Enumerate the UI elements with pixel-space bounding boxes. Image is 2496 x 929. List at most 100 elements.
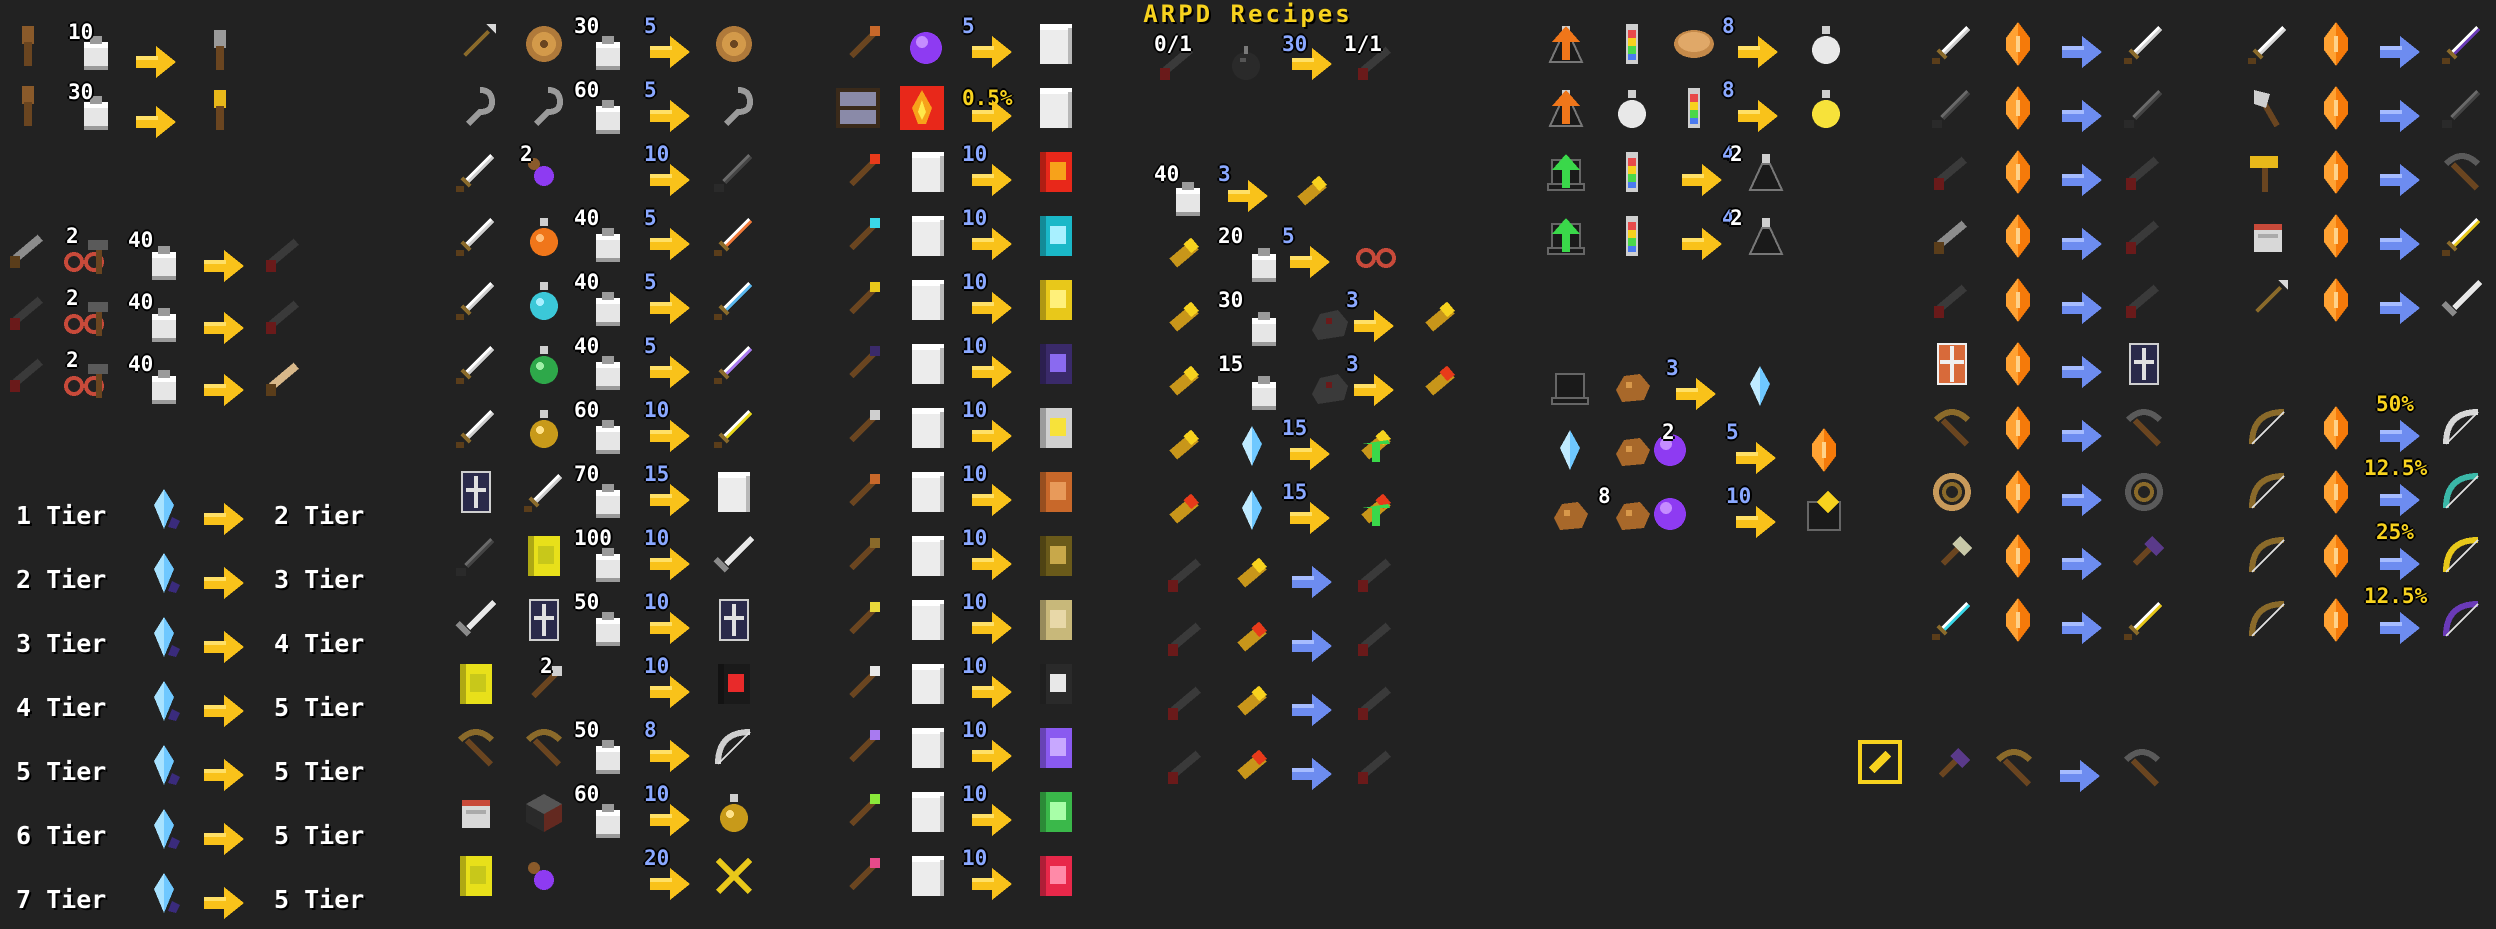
selected-slot-icon[interactable] xyxy=(1856,738,1920,802)
dark-cube-icon[interactable] xyxy=(520,788,568,836)
magic-wand-icon[interactable] xyxy=(838,340,886,388)
magic-wand-icon[interactable] xyxy=(838,212,886,260)
loaded-gun-icon[interactable] xyxy=(1352,614,1400,662)
blue-crystal-icon[interactable] xyxy=(140,741,188,801)
dark-gun-icon[interactable] xyxy=(260,292,308,340)
orange-gem-icon[interactable] xyxy=(2312,212,2360,260)
gun-icon[interactable] xyxy=(1162,678,1210,726)
orange-gem-icon[interactable] xyxy=(2312,532,2360,580)
crafted-result-icon[interactable] xyxy=(710,852,758,900)
weapon-icon[interactable] xyxy=(1928,532,1976,580)
blank-paper-icon[interactable] xyxy=(904,660,952,708)
crafted-result-icon[interactable] xyxy=(710,596,758,644)
gun-icon[interactable] xyxy=(4,288,52,336)
upgraded-bow-icon[interactable] xyxy=(2438,404,2486,452)
big-sword-icon[interactable] xyxy=(452,596,500,644)
blue-crystal-icon[interactable] xyxy=(140,549,188,609)
magic-wand-icon[interactable] xyxy=(838,276,886,324)
hook-icon[interactable] xyxy=(520,84,568,132)
weapon-icon[interactable] xyxy=(1928,340,1976,388)
orange-gem-icon[interactable] xyxy=(2312,84,2360,132)
upgraded-bow-icon[interactable] xyxy=(2438,532,2486,580)
orange-gem-icon[interactable] xyxy=(1994,84,2042,132)
weapon-icon[interactable] xyxy=(1928,404,1976,452)
blue-crystal-icon[interactable] xyxy=(140,677,188,737)
ingredient-icon[interactable] xyxy=(1546,362,1594,410)
spell-book-icon[interactable] xyxy=(1032,276,1080,324)
ingredient-icon[interactable] xyxy=(1608,20,1656,68)
crafted-result-icon[interactable] xyxy=(710,340,758,388)
sword-icon[interactable] xyxy=(452,148,500,196)
pickaxe-icon[interactable] xyxy=(452,724,500,772)
gold-orb-icon[interactable] xyxy=(520,852,568,900)
crafted-result-icon[interactable] xyxy=(710,468,758,516)
dark-sword-icon[interactable] xyxy=(452,532,500,580)
potion-base-icon[interactable] xyxy=(1542,84,1590,132)
upgraded-weapon-icon[interactable] xyxy=(2120,340,2168,388)
spear-icon[interactable] xyxy=(452,20,500,68)
blue-potion-icon[interactable] xyxy=(520,276,568,324)
bullet-icon[interactable] xyxy=(1228,550,1276,598)
potion-result-icon[interactable] xyxy=(1802,20,1850,68)
purple-shovel-icon[interactable] xyxy=(1926,744,1974,792)
ingredient-icon[interactable] xyxy=(1546,426,1594,474)
orange-gem-icon[interactable] xyxy=(1994,468,2042,516)
pickaxe-icon[interactable] xyxy=(520,724,568,772)
bullet-icon[interactable] xyxy=(1160,486,1208,534)
weapon-icon[interactable] xyxy=(2244,20,2292,68)
blank-paper-icon[interactable] xyxy=(904,724,952,772)
spell-book-icon[interactable] xyxy=(1032,340,1080,388)
potion-result-icon[interactable] xyxy=(1802,84,1850,132)
upgraded-weapon-icon[interactable] xyxy=(2438,84,2486,132)
ingredient-icon[interactable] xyxy=(1670,84,1718,132)
spell-book-icon[interactable] xyxy=(1032,852,1080,900)
potion-base-icon[interactable] xyxy=(1542,20,1590,68)
spell-book-icon[interactable] xyxy=(1032,212,1080,260)
sword-icon[interactable] xyxy=(520,468,568,516)
upgraded-weapon-icon[interactable] xyxy=(2120,20,2168,68)
heavy-bullet-icon[interactable] xyxy=(1416,294,1464,342)
orange-gem-icon[interactable] xyxy=(1994,404,2042,452)
spell-book-icon[interactable] xyxy=(1032,404,1080,452)
weapon-icon[interactable] xyxy=(2244,212,2292,260)
weapon-icon[interactable] xyxy=(1928,84,1976,132)
crafted-result-icon[interactable] xyxy=(710,788,758,836)
wooden-club-icon[interactable] xyxy=(4,22,52,70)
spell-book-icon[interactable] xyxy=(1032,788,1080,836)
sword-icon[interactable] xyxy=(452,276,500,324)
weapon-icon[interactable] xyxy=(1928,148,1976,196)
upgraded-weapon-icon[interactable] xyxy=(2120,148,2168,196)
bullet-icon[interactable] xyxy=(1160,358,1208,406)
magic-wand-icon[interactable] xyxy=(838,852,886,900)
upgraded-weapon-icon[interactable] xyxy=(2438,276,2486,324)
heavy-bullet-icon[interactable] xyxy=(1416,358,1464,406)
wand-icon[interactable] xyxy=(838,20,886,68)
upgraded-weapon-icon[interactable] xyxy=(2120,596,2168,644)
bullet-icon[interactable] xyxy=(1228,742,1276,790)
shield-icon[interactable] xyxy=(520,20,568,68)
gun-icon[interactable] xyxy=(1162,614,1210,662)
gauntlet-icon[interactable] xyxy=(452,788,500,836)
upgraded-weapon-icon[interactable] xyxy=(2438,212,2486,260)
sword-icon[interactable] xyxy=(452,212,500,260)
spell-book-icon[interactable] xyxy=(1032,148,1080,196)
blue-crystal-icon[interactable] xyxy=(140,613,188,673)
bullet-icon[interactable] xyxy=(1228,678,1276,726)
crafted-gem-icon[interactable] xyxy=(1736,362,1784,410)
ingredient-icon[interactable] xyxy=(1608,148,1656,196)
crafted-result-icon[interactable] xyxy=(710,212,758,260)
ore-icon[interactable] xyxy=(1608,362,1656,410)
spell-book-icon[interactable] xyxy=(1032,84,1080,132)
bow-icon[interactable] xyxy=(2244,468,2292,516)
ingredient-icon[interactable] xyxy=(1546,490,1594,538)
upgraded-bow-icon[interactable] xyxy=(2438,596,2486,644)
loaded-gun-icon[interactable] xyxy=(1352,742,1400,790)
ingredient-icon[interactable] xyxy=(1670,20,1718,68)
spell-book-icon[interactable] xyxy=(1032,20,1080,68)
tower-shield-icon[interactable] xyxy=(452,468,500,516)
upgraded-weapon-icon[interactable] xyxy=(2120,276,2168,324)
yellow-book-icon[interactable] xyxy=(520,532,568,580)
blank-paper-icon[interactable] xyxy=(904,468,952,516)
blank-paper-icon[interactable] xyxy=(904,596,952,644)
bomb-icon[interactable] xyxy=(1222,38,1270,86)
